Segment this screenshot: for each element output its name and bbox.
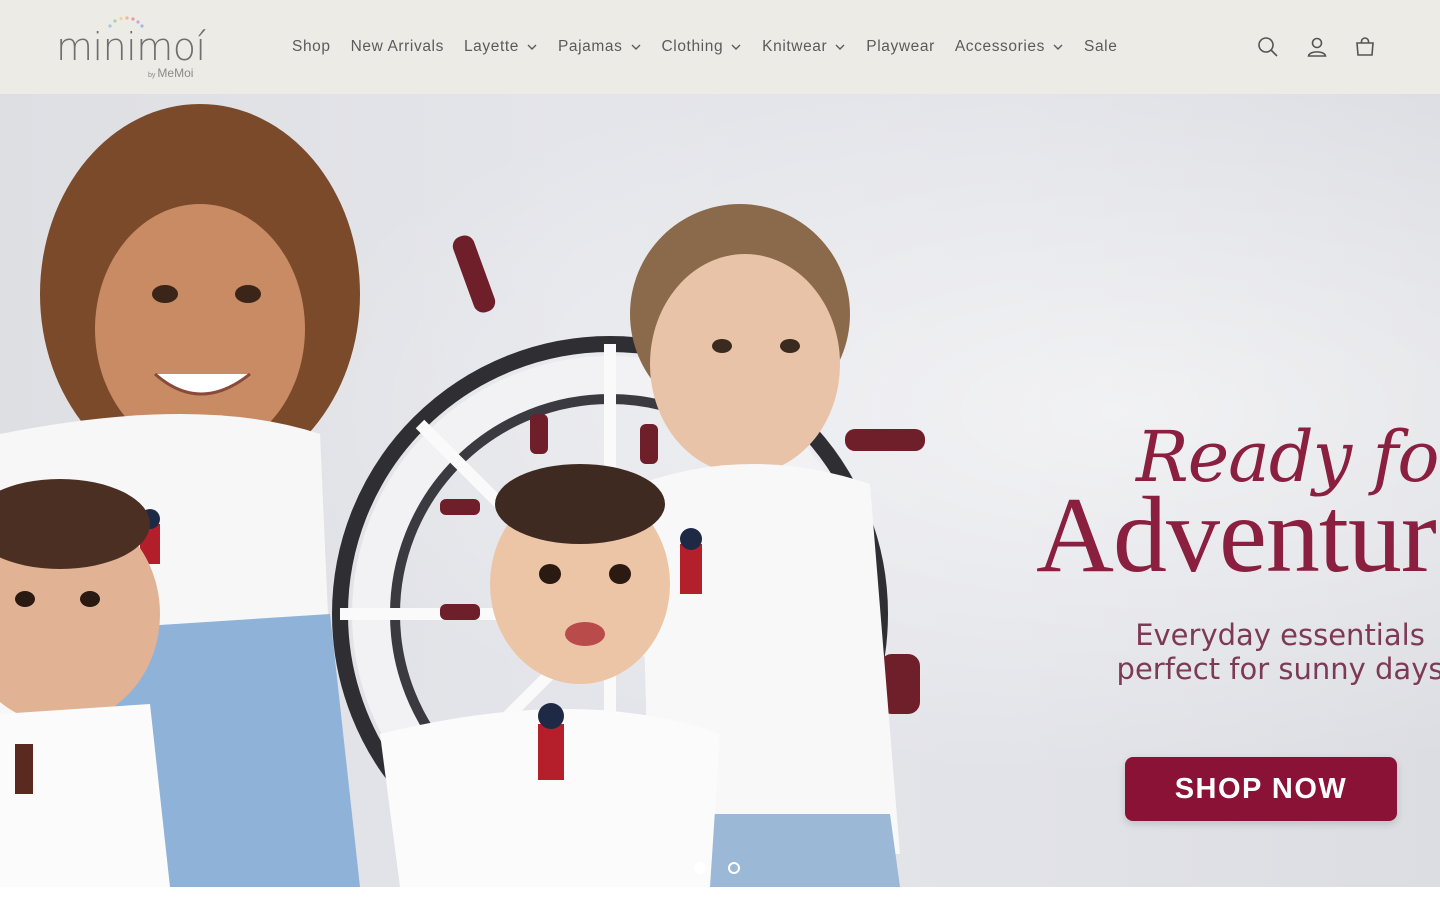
slide-dot-2[interactable] [728,862,740,874]
main-nav: Shop New Arrivals Layette Pajamas Clothi… [282,30,1127,64]
hero-banner: Ready for Adventure Everyday essentials … [0,94,1440,887]
nav-item-sale[interactable]: Sale [1074,30,1127,64]
nav-item-label: Playwear [866,38,935,55]
nav-item-new-arrivals[interactable]: New Arrivals [341,30,454,64]
chevron-down-icon [527,44,537,50]
logo-by-name: MeMoi [157,66,194,80]
hero-subheadline-line2: perfect for sunny days [1116,652,1440,686]
nav-item-pajamas[interactable]: Pajamas [548,30,652,64]
search-icon [1258,37,1278,57]
slide-dot-1[interactable] [694,862,706,874]
nav-item-label: Pajamas [557,38,623,55]
chevron-down-icon [1053,44,1063,50]
hero-subheadline: Everyday essentials perfect for sunny da… [1110,618,1440,686]
search-button[interactable] [1253,32,1283,62]
chevron-down-icon [631,44,640,50]
nav-item-accessories[interactable]: Accessories [945,30,1074,64]
nav-item-label: Clothing [661,38,724,55]
nav-item-label: Sale [1084,38,1118,55]
logo-by-prefix: by [148,72,156,79]
nav-item-playwear[interactable]: Playwear [856,30,945,64]
nav-item-clothing[interactable]: Clothing [652,30,753,64]
nav-item-label: Layette [463,38,519,55]
cart-button[interactable] [1350,32,1380,62]
slideshow-pagination [694,862,740,874]
brand-logo[interactable]: minimoí by MeMoi [56,14,206,82]
nav-item-label: Knitwear [762,38,828,55]
site-header: minimoí by MeMoi Shop New Arrivals Layett… [0,0,1440,94]
logo-byline: by MeMoi [148,66,193,80]
account-icon [1307,37,1327,57]
nav-item-label: New Arrivals [350,38,444,55]
nav-item-label: Shop [292,38,331,55]
cart-icon [1356,37,1374,56]
hero-subheadline-line1: Everyday essentials [1135,618,1425,652]
shop-now-button[interactable]: SHOP NOW [1125,757,1397,821]
account-button[interactable] [1302,32,1332,62]
nav-item-label: Accessories [954,38,1045,55]
hero-photo [0,104,925,887]
logo-wordmark: minimoí [56,25,206,69]
nav-item-layette[interactable]: Layette [454,30,548,64]
nav-item-knitwear[interactable]: Knitwear [752,30,856,64]
chevron-down-icon [835,44,845,50]
chevron-down-icon [731,44,741,50]
nav-item-shop[interactable]: Shop [282,30,341,64]
hero-headline-line2: Adventure [1036,476,1440,595]
